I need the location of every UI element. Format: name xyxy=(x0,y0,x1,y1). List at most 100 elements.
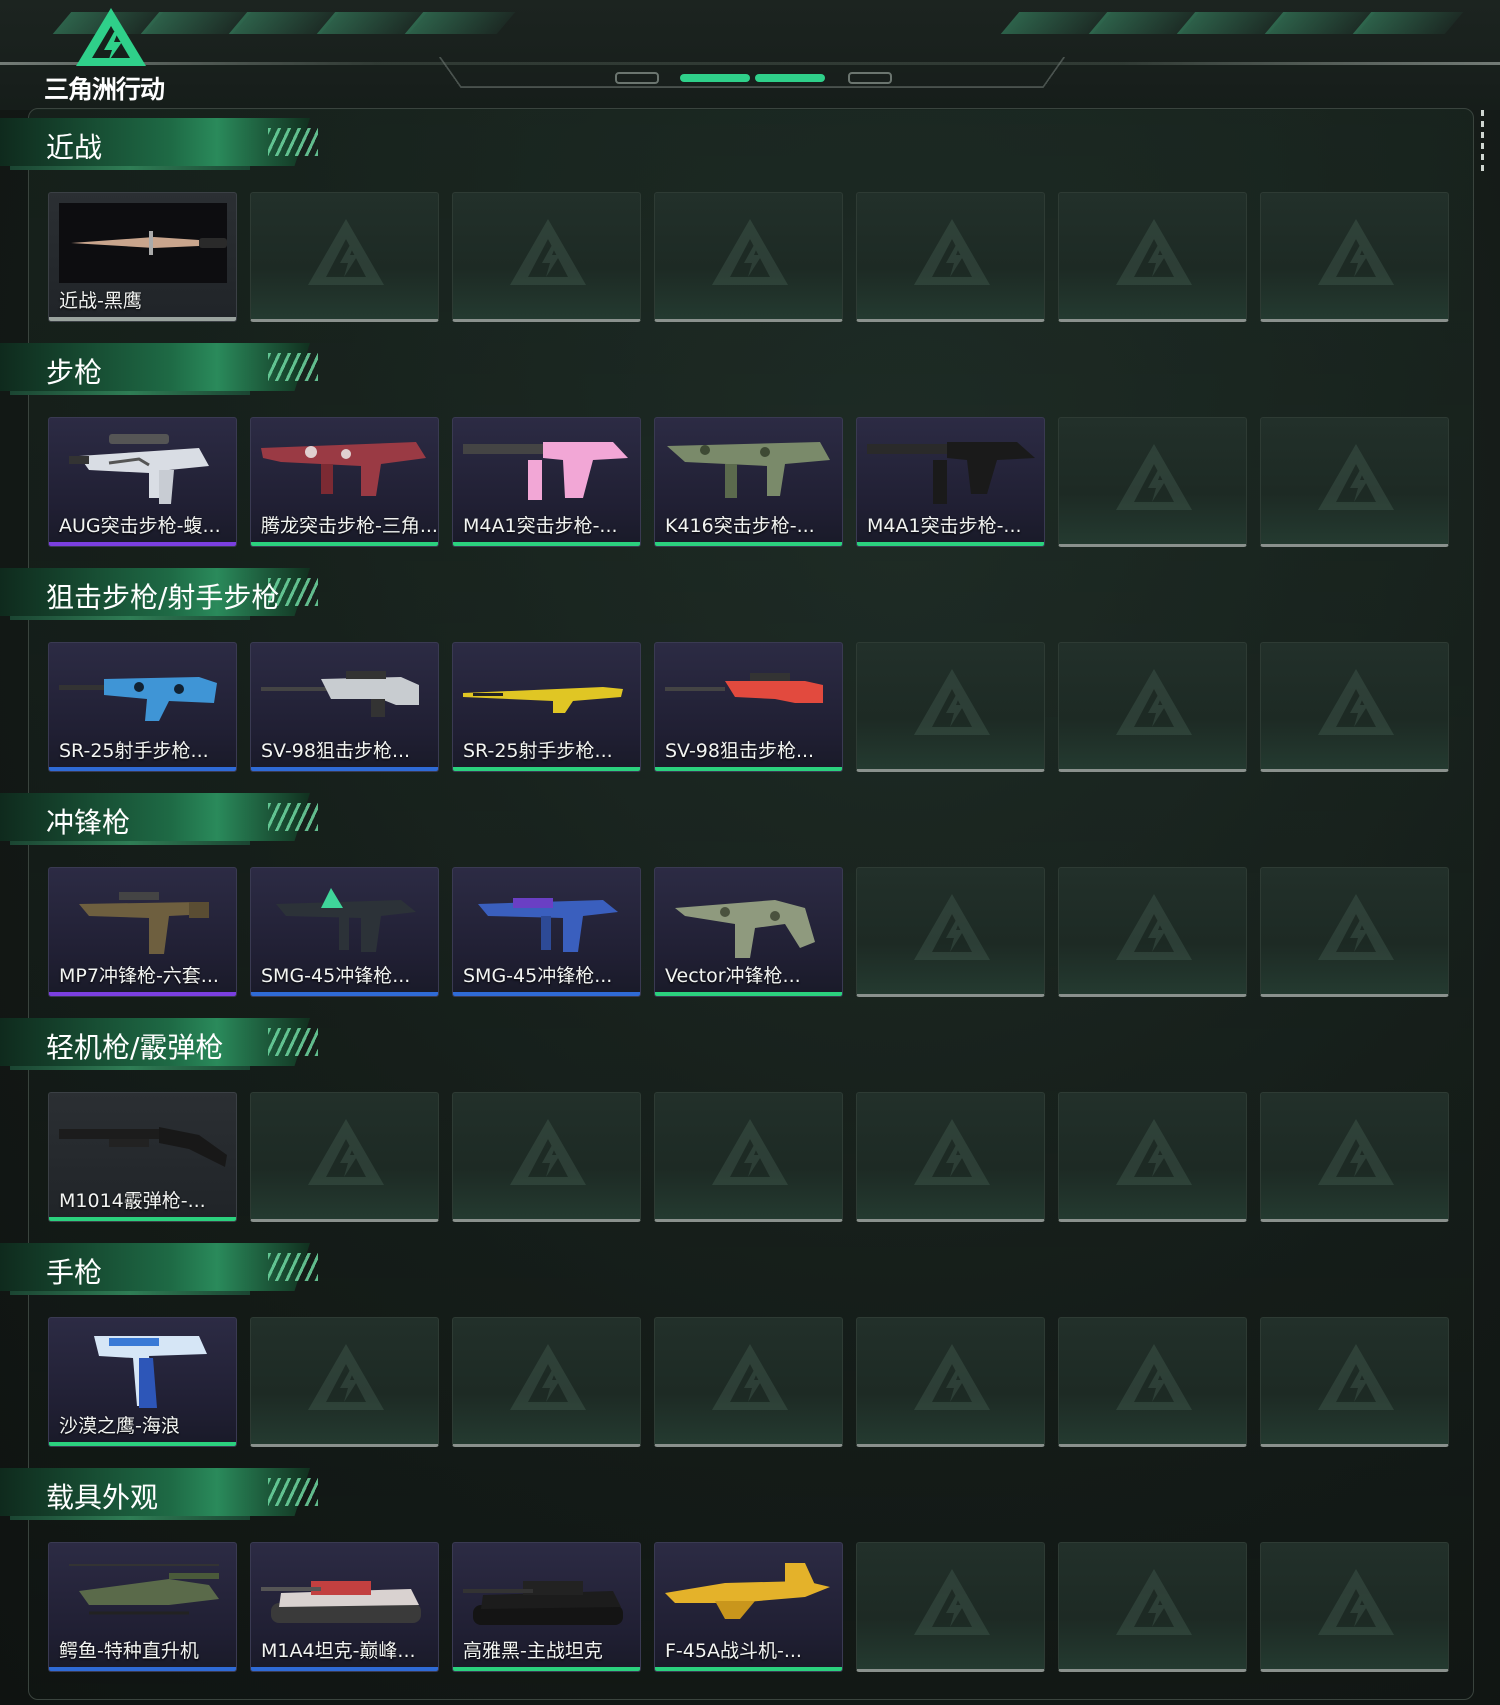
empty-item-slot[interactable] xyxy=(1058,417,1247,547)
item-label: SR-25射手步枪... xyxy=(463,740,613,762)
empty-item-slot[interactable] xyxy=(250,1092,439,1222)
empty-item-slot[interactable] xyxy=(250,192,439,322)
item-slot[interactable]: M4A1突击步枪-... xyxy=(856,417,1045,547)
empty-item-slot[interactable] xyxy=(1260,1317,1449,1447)
item-slot[interactable]: SV-98狙击步枪... xyxy=(654,642,843,772)
rarity-bar xyxy=(49,317,236,321)
rarity-bar xyxy=(857,542,1044,546)
empty-item-slot[interactable] xyxy=(452,1317,641,1447)
empty-item-slot[interactable] xyxy=(1058,192,1247,322)
empty-item-slot[interactable] xyxy=(1260,642,1449,772)
empty-item-slot[interactable] xyxy=(1260,1542,1449,1672)
empty-item-slot[interactable] xyxy=(1058,1542,1247,1672)
rarity-bar xyxy=(49,1217,236,1221)
item-slot[interactable]: SR-25射手步枪... xyxy=(452,642,641,772)
slash-decoration-icon xyxy=(268,353,318,381)
empty-item-slot[interactable] xyxy=(1260,192,1449,322)
item-slot[interactable]: F-45A战斗机-... xyxy=(654,1542,843,1672)
empty-item-slot[interactable] xyxy=(1260,417,1449,547)
empty-item-slot[interactable] xyxy=(654,1092,843,1222)
category-tab-underline xyxy=(10,1516,250,1520)
item-slot[interactable]: M1A4坦克-巅峰... xyxy=(250,1542,439,1672)
rarity-bar xyxy=(655,767,842,771)
delta-logo-placeholder-icon xyxy=(1318,1344,1394,1410)
empty-item-slot[interactable] xyxy=(452,1092,641,1222)
item-slot[interactable]: 近战-黑鹰 xyxy=(48,192,237,322)
delta-logo-icon xyxy=(76,8,146,66)
item-slot[interactable]: 沙漠之鹰-海浪 xyxy=(48,1317,237,1447)
empty-item-slot[interactable] xyxy=(1260,1092,1449,1222)
delta-logo-placeholder-icon xyxy=(1116,1569,1192,1635)
category-tab-underline xyxy=(10,1291,250,1295)
item-label: F-45A战斗机-... xyxy=(665,1640,802,1662)
empty-item-slot[interactable] xyxy=(250,1317,439,1447)
item-slot[interactable]: SR-25射手步枪... xyxy=(48,642,237,772)
item-label: SR-25射手步枪... xyxy=(59,740,209,762)
empty-item-slot[interactable] xyxy=(654,1317,843,1447)
delta-logo-placeholder-icon xyxy=(914,219,990,285)
category-section: 载具外观 鳄鱼-特种直升机 M1A4坦克-巅峰... 高雅黑-主战坦克 F-45A战斗机… xyxy=(0,1468,1500,1693)
item-label: M4A1突击步枪-... xyxy=(463,515,618,537)
item-slot[interactable]: K416突击步枪-... xyxy=(654,417,843,547)
rarity-bar xyxy=(251,542,438,546)
item-slot[interactable]: Vector冲锋枪... xyxy=(654,867,843,997)
rarity-bar xyxy=(453,542,640,546)
delta-logo-placeholder-icon xyxy=(914,894,990,960)
item-slot[interactable]: M4A1突击步枪-... xyxy=(452,417,641,547)
empty-item-slot[interactable] xyxy=(856,1317,1045,1447)
item-slot[interactable]: 高雅黑-主战坦克 xyxy=(452,1542,641,1672)
item-label: M1014霰弹枪-... xyxy=(59,1190,206,1212)
category-tab-underline xyxy=(10,1066,250,1070)
rarity-bar xyxy=(49,1667,236,1671)
slash-decoration-icon xyxy=(268,128,318,156)
delta-logo-placeholder-icon xyxy=(1318,444,1394,510)
category-tab: 近战 xyxy=(0,118,330,172)
empty-item-slot[interactable] xyxy=(856,1092,1045,1222)
empty-item-slot[interactable] xyxy=(1058,867,1247,997)
item-slot[interactable]: MP7冲锋枪-六套... xyxy=(48,867,237,997)
category-section: 冲锋枪 MP7冲锋枪-六套... SMG-45冲锋枪... SMG-45冲锋枪... V… xyxy=(0,793,1500,1018)
category-tab: 冲锋枪 xyxy=(0,793,330,847)
item-slot[interactable]: SMG-45冲锋枪... xyxy=(250,867,439,997)
item-slot[interactable]: SV-98狙击步枪... xyxy=(250,642,439,772)
item-slot[interactable]: 鳄鱼-特种直升机 xyxy=(48,1542,237,1672)
category-title: 冲锋枪 xyxy=(46,806,131,839)
category-title: 近战 xyxy=(46,131,103,164)
category-title: 手枪 xyxy=(46,1256,103,1289)
category-section: 手枪沙漠之鹰-海浪 xyxy=(0,1243,1500,1468)
empty-item-slot[interactable] xyxy=(856,642,1045,772)
empty-item-slot[interactable] xyxy=(1260,867,1449,997)
slash-decoration-icon xyxy=(268,1478,318,1506)
empty-item-slot[interactable] xyxy=(856,1542,1045,1672)
item-slot[interactable]: AUG突击步枪-蝮... xyxy=(48,417,237,547)
delta-logo-placeholder-icon xyxy=(1116,444,1192,510)
item-label: 沙漠之鹰-海浪 xyxy=(59,1415,180,1437)
item-label: AUG突击步枪-蝮... xyxy=(59,515,221,537)
rarity-bar xyxy=(655,1667,842,1671)
empty-item-slot[interactable] xyxy=(1058,1092,1247,1222)
rarity-bar xyxy=(49,1442,236,1446)
delta-logo-placeholder-icon xyxy=(1318,1119,1394,1185)
empty-item-slot[interactable] xyxy=(1058,642,1247,772)
item-label: SMG-45冲锋枪... xyxy=(463,965,613,987)
delta-logo-placeholder-icon xyxy=(308,1344,384,1410)
empty-item-slot[interactable] xyxy=(452,192,641,322)
delta-logo-placeholder-icon xyxy=(712,219,788,285)
header-pill xyxy=(848,72,892,84)
delta-logo-placeholder-icon xyxy=(914,669,990,735)
item-slot[interactable]: M1014霰弹枪-... xyxy=(48,1092,237,1222)
delta-logo-placeholder-icon xyxy=(712,1119,788,1185)
item-slot[interactable]: 腾龙突击步枪-三角... xyxy=(250,417,439,547)
item-label: SMG-45冲锋枪... xyxy=(261,965,411,987)
category-title: 狙击步枪/射手步枪 xyxy=(46,581,280,614)
category-tab-underline xyxy=(10,391,250,395)
empty-item-slot[interactable] xyxy=(856,192,1045,322)
empty-item-slot[interactable] xyxy=(654,192,843,322)
delta-logo-placeholder-icon xyxy=(1116,1344,1192,1410)
empty-item-slot[interactable] xyxy=(856,867,1045,997)
header-stripe xyxy=(404,12,516,34)
category-section: 步枪 AUG突击步枪-蝮... 腾龙突击步枪-三角... M4A1突击步枪-... K4… xyxy=(0,343,1500,568)
empty-item-slot[interactable] xyxy=(1058,1317,1247,1447)
item-slot[interactable]: SMG-45冲锋枪... xyxy=(452,867,641,997)
delta-logo-placeholder-icon xyxy=(914,1569,990,1635)
